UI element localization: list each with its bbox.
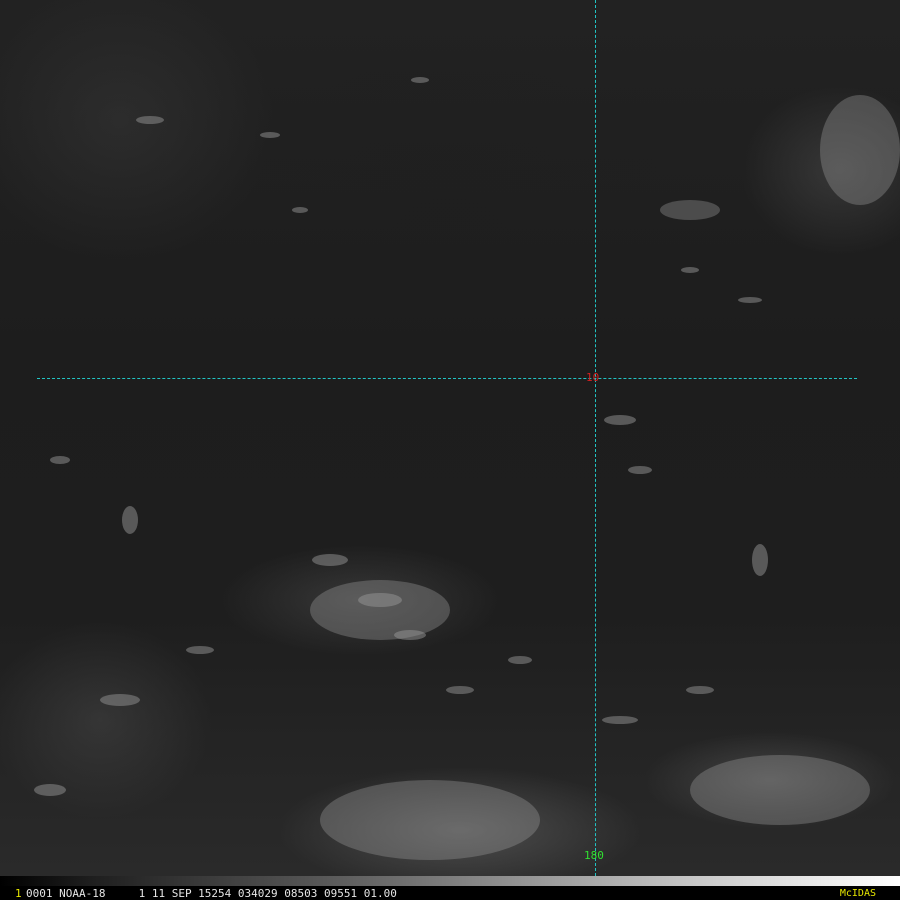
longitude-grid-line (595, 0, 596, 876)
frame-number: 1 (15, 887, 22, 900)
longitude-label: 180 (584, 849, 604, 862)
image-info-text: 0001 NOAA-18 1 11 SEP 15254 034029 08503… (26, 887, 397, 900)
latitude-grid-line (37, 378, 857, 379)
status-bar: 1 0001 NOAA-18 1 11 SEP 15254 034029 085… (0, 876, 900, 900)
satellite-image-frame: 10 180 1 0001 NOAA-18 1 11 SEP 15254 034… (0, 0, 900, 900)
cloud-field (34, 77, 900, 860)
latitude-label: 10 (586, 371, 600, 384)
grayscale-calibration-bar (0, 876, 900, 886)
brand-label: McIDAS (839, 888, 876, 899)
